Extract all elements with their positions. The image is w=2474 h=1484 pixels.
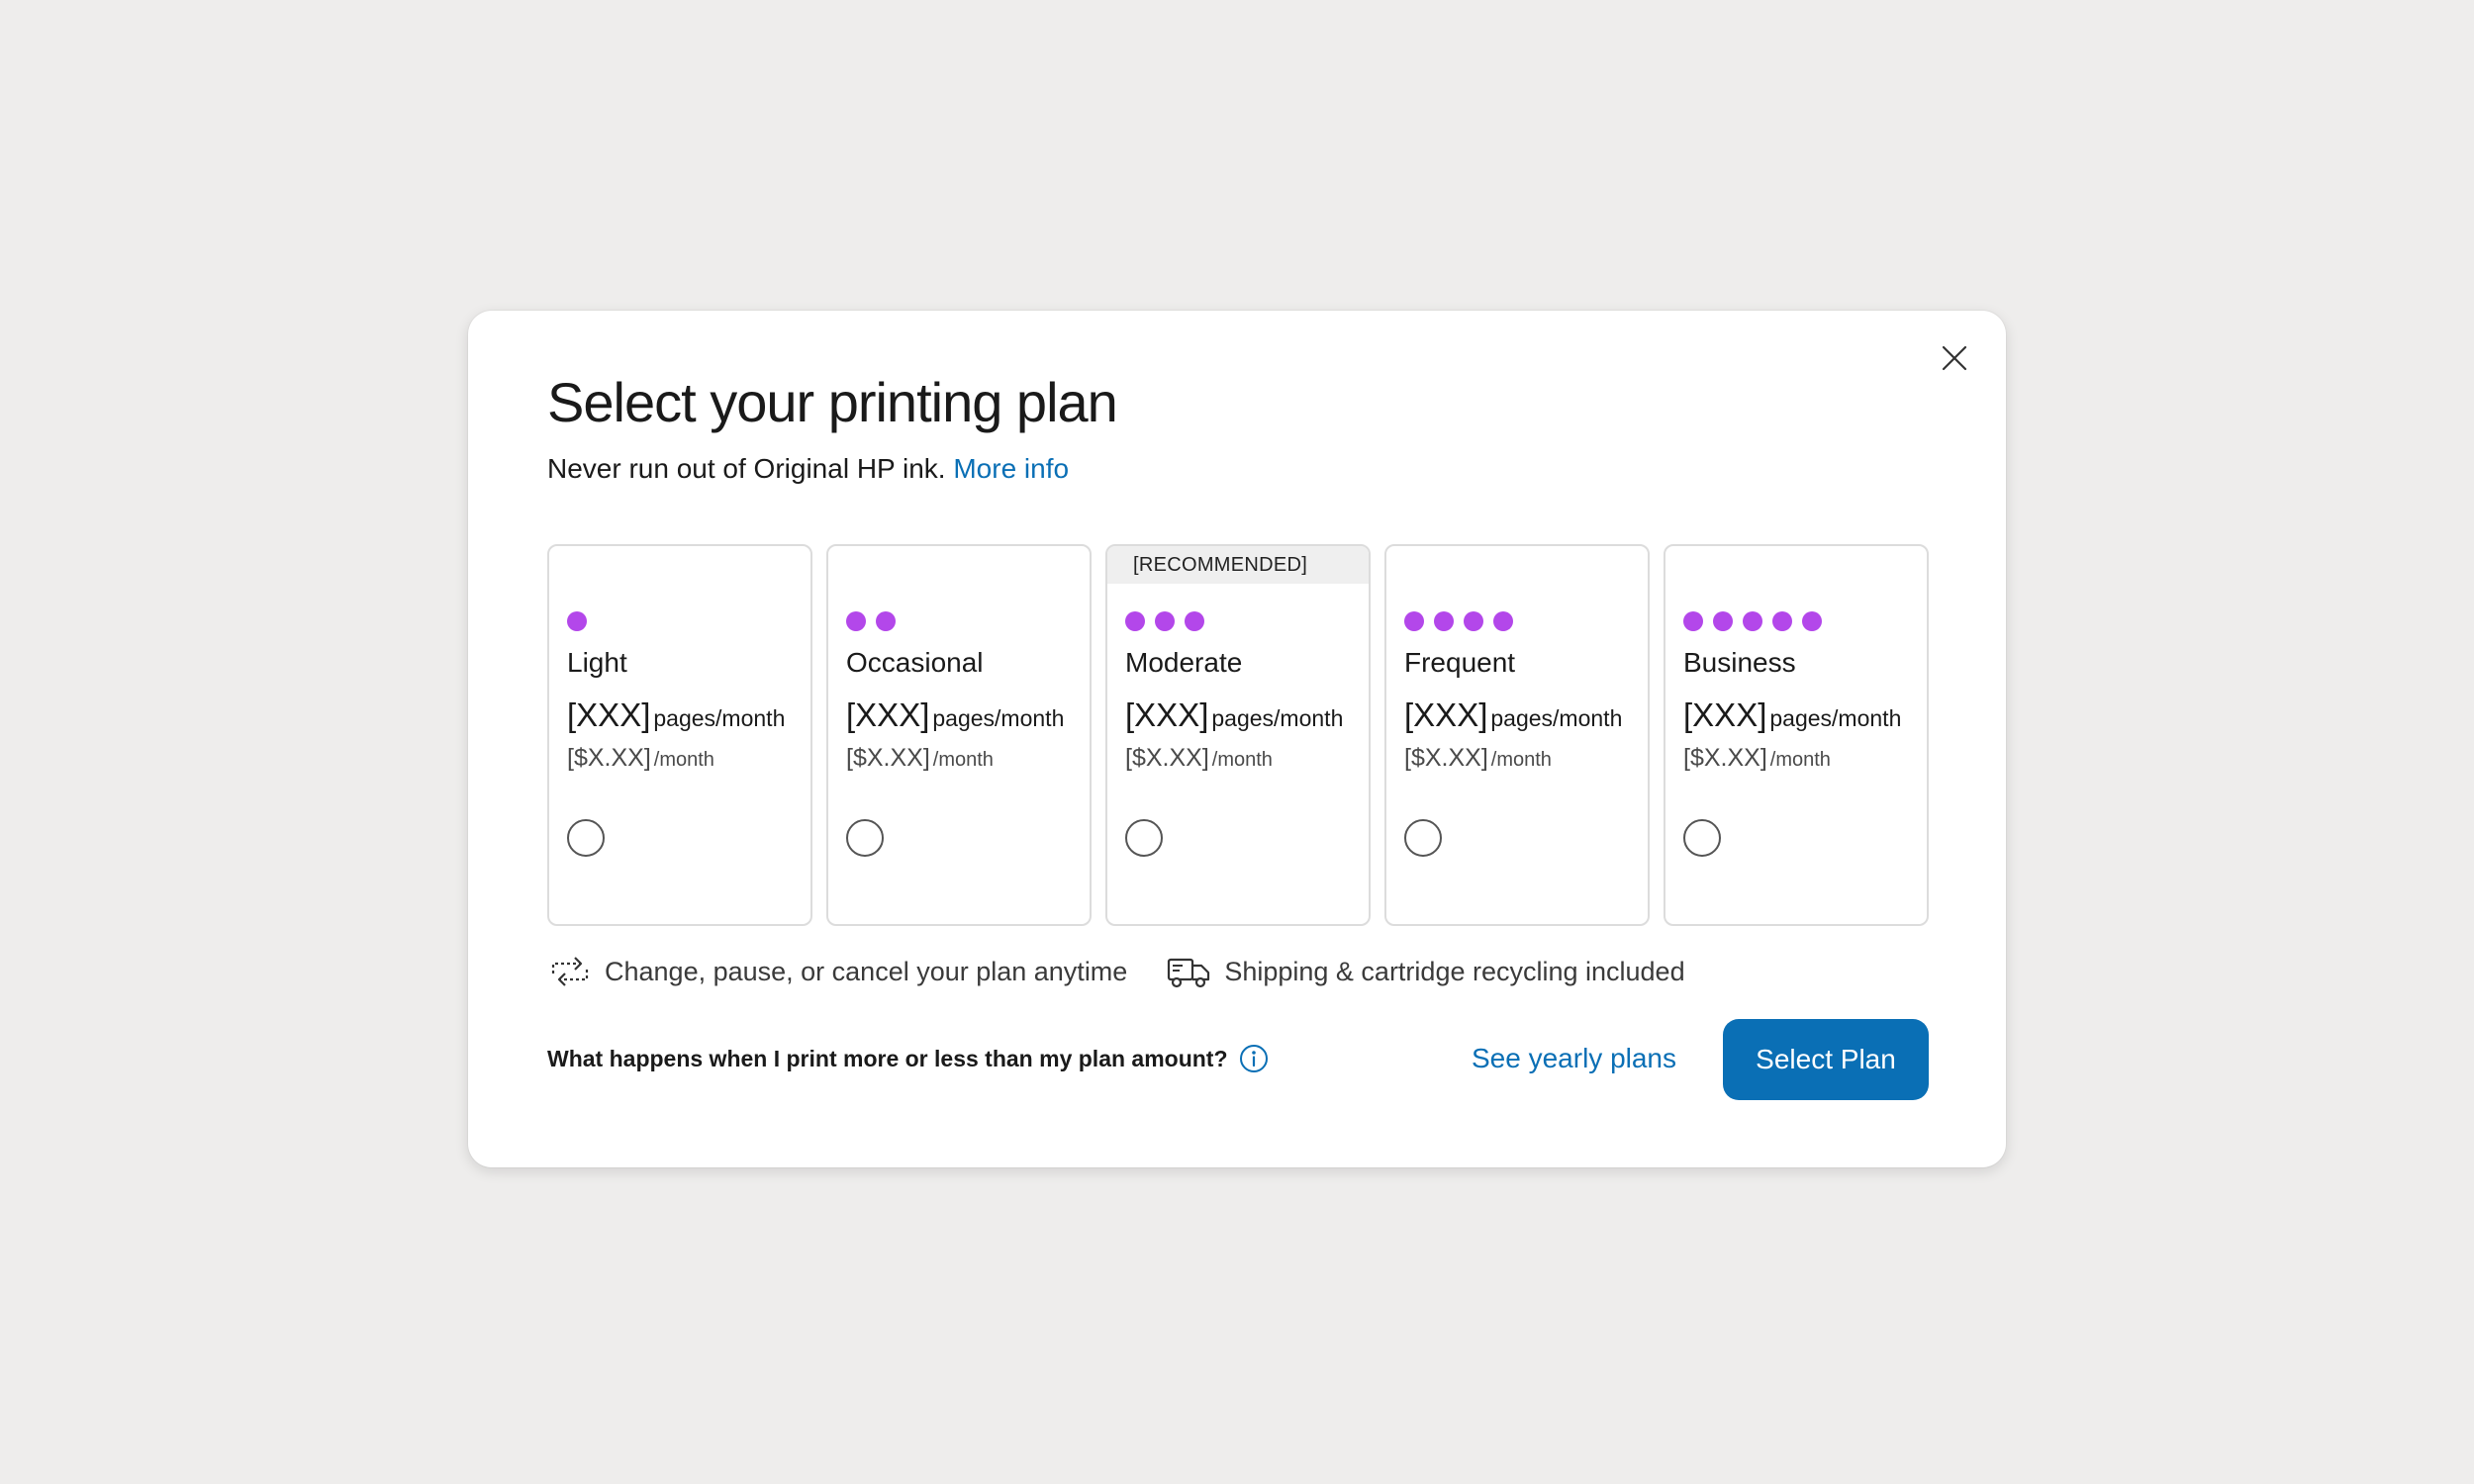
plan-radio-occasional[interactable] [846, 819, 884, 857]
info-icon [1239, 1045, 1268, 1072]
select-plan-button[interactable]: Select Plan [1723, 1019, 1929, 1100]
info-button[interactable] [1238, 1043, 1270, 1074]
pages-unit: pages/month [1211, 705, 1344, 731]
plan-card-light[interactable]: Light [XXX] pages/month [$X.XX]/month [547, 544, 812, 926]
usage-level-dots [1125, 611, 1204, 631]
pages-value: [XXX] [1683, 696, 1767, 733]
see-yearly-plans-link[interactable]: See yearly plans [1472, 1043, 1676, 1074]
usage-dot [1464, 611, 1483, 631]
pages-value: [XXX] [1404, 696, 1488, 733]
plan-pages: [XXX] pages/month [1404, 696, 1622, 734]
close-button[interactable] [1931, 334, 1978, 382]
usage-dot [1743, 611, 1762, 631]
usage-dot [1493, 611, 1513, 631]
usage-dot [1713, 611, 1733, 631]
plan-pages: [XXX] pages/month [567, 696, 785, 734]
usage-dot [1125, 611, 1145, 631]
usage-level-dots [567, 611, 587, 631]
plan-features: Change, pause, or cancel your plan anyti… [547, 952, 1685, 991]
usage-dot [1683, 611, 1703, 631]
feature-text: Shipping & cartridge recycling included [1224, 956, 1685, 986]
plan-price: [$X.XX]/month [1125, 744, 1273, 773]
usage-dot [1404, 611, 1424, 631]
close-icon [1942, 345, 1967, 371]
plan-name: Occasional [846, 647, 984, 678]
overage-question: What happens when I print more or less t… [547, 1043, 1270, 1074]
price-unit: /month [1769, 749, 1831, 771]
plan-price: [$X.XX]/month [846, 744, 994, 773]
modal-title: Select your printing plan [547, 371, 1118, 433]
plan-options: Light [XXX] pages/month [$X.XX]/month Occ… [547, 544, 1929, 926]
plan-card-occasional[interactable]: Occasional [XXX] pages/month [$X.XX]/mont… [826, 544, 1092, 926]
pages-unit: pages/month [1490, 705, 1623, 731]
pages-value: [XXX] [1125, 696, 1209, 733]
feature-text: Change, pause, or cancel your plan anyti… [605, 956, 1128, 986]
usage-dot [567, 611, 587, 631]
price-value: [$X.XX] [567, 744, 651, 772]
usage-dot [1155, 611, 1175, 631]
price-unit: /month [932, 749, 994, 771]
plan-radio-frequent[interactable] [1404, 819, 1442, 857]
usage-level-dots [846, 611, 896, 631]
modal-subtitle: Never run out of Original HP ink. More i… [547, 453, 1069, 485]
plan-name: Light [567, 647, 627, 678]
price-unit: /month [653, 749, 714, 771]
shipping-truck-icon [1168, 958, 1210, 988]
plan-pages: [XXX] pages/month [1683, 696, 1901, 734]
plan-radio-light[interactable] [567, 819, 605, 857]
plan-card-moderate[interactable]: [RECOMMENDED] Moderate [XXX] pages/month … [1105, 544, 1371, 926]
pages-unit: pages/month [1769, 705, 1902, 731]
usage-level-dots [1404, 611, 1513, 631]
feature-flexible-plan: Change, pause, or cancel your plan anyti… [547, 952, 1127, 991]
plan-card-business[interactable]: Business [XXX] pages/month [$X.XX]/month [1664, 544, 1929, 926]
more-info-link[interactable]: More info [953, 453, 1069, 484]
plan-name: Business [1683, 647, 1796, 678]
recommended-badge: [RECOMMENDED] [1107, 546, 1369, 584]
price-value: [$X.XX] [846, 744, 930, 772]
pages-unit: pages/month [653, 705, 786, 731]
plan-radio-moderate[interactable] [1125, 819, 1163, 857]
plan-price: [$X.XX]/month [1683, 744, 1831, 773]
plan-selection-modal: Select your printing plan Never run out … [468, 311, 2006, 1167]
plan-pages: [XXX] pages/month [1125, 696, 1343, 734]
feature-shipping: Shipping & cartridge recycling included [1165, 952, 1685, 991]
usage-dot [1185, 611, 1204, 631]
pages-value: [XXX] [846, 696, 930, 733]
usage-level-dots [1683, 611, 1822, 631]
usage-dot [1434, 611, 1454, 631]
price-value: [$X.XX] [1683, 744, 1767, 772]
plan-radio-business[interactable] [1683, 819, 1721, 857]
plan-card-frequent[interactable]: Frequent [XXX] pages/month [$X.XX]/month [1384, 544, 1650, 926]
change-plan-icon [551, 957, 589, 986]
plan-price: [$X.XX]/month [1404, 744, 1552, 773]
price-value: [$X.XX] [1404, 744, 1488, 772]
usage-dot [846, 611, 866, 631]
price-unit: /month [1211, 749, 1273, 771]
price-value: [$X.XX] [1125, 744, 1209, 772]
question-text: What happens when I print more or less t… [547, 1045, 1228, 1071]
plan-price: [$X.XX]/month [567, 744, 714, 773]
plan-name: Frequent [1404, 647, 1516, 678]
plan-pages: [XXX] pages/month [846, 696, 1064, 734]
price-unit: /month [1490, 749, 1552, 771]
pages-value: [XXX] [567, 696, 651, 733]
pages-unit: pages/month [932, 705, 1065, 731]
plan-name: Moderate [1125, 647, 1243, 678]
usage-dot [1802, 611, 1822, 631]
usage-dot [876, 611, 896, 631]
subtitle-text: Never run out of Original HP ink. [547, 453, 946, 484]
usage-dot [1772, 611, 1792, 631]
